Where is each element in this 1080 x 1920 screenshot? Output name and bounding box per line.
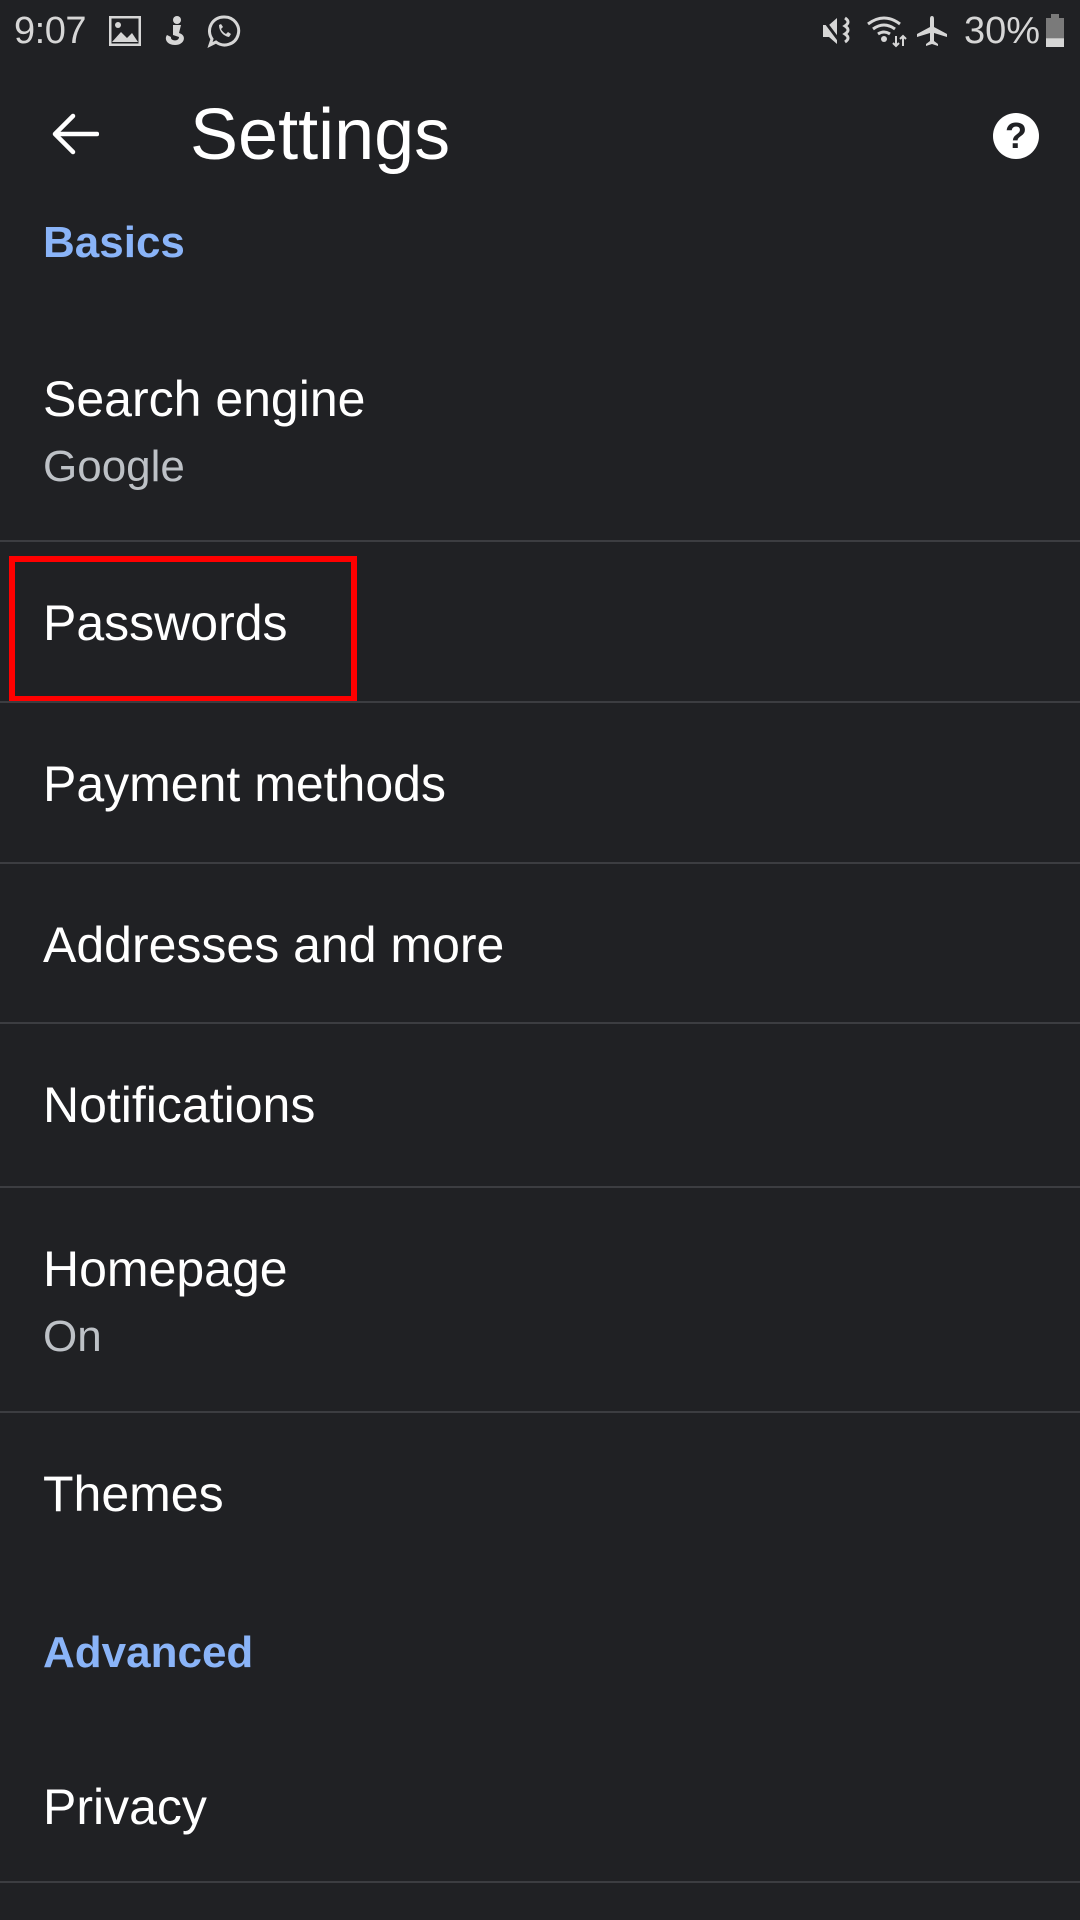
highlight-annotation [9, 556, 357, 702]
settings-item-homepage[interactable]: Homepage On [0, 1188, 1080, 1411]
app-bar: Settings [0, 64, 1080, 204]
item-subtitle: Google [43, 442, 185, 491]
page-title: Settings [190, 95, 451, 175]
back-button[interactable] [40, 104, 110, 164]
settings-item-payment-methods[interactable]: Payment methods [0, 703, 1080, 862]
help-icon: ? [993, 113, 1039, 159]
settings-item-privacy[interactable]: Privacy [0, 1730, 1080, 1881]
section-header-basics: Basics [43, 218, 185, 267]
item-title: Payment methods [43, 756, 446, 812]
settings-item-search-engine[interactable]: Search engine Google [0, 334, 1080, 540]
settings-item-notifications[interactable]: Notifications [0, 1024, 1080, 1186]
item-title: Themes [43, 1466, 224, 1522]
status-time: 9:07 [14, 10, 86, 52]
settings-item-addresses[interactable]: Addresses and more [0, 864, 1080, 1022]
settings-item-themes[interactable]: Themes [0, 1413, 1080, 1573]
item-title: Privacy [43, 1779, 207, 1835]
item-subtitle: On [43, 1312, 102, 1361]
status-bar: 9:07 30% [0, 0, 1080, 64]
item-title: Addresses and more [43, 917, 505, 973]
vibrate-mute-icon [820, 14, 856, 48]
item-title: Notifications [43, 1077, 316, 1133]
airplane-mode-icon [914, 14, 950, 48]
app-notification-icon [160, 14, 190, 48]
section-header-advanced: Advanced [43, 1628, 254, 1677]
battery-icon [1044, 14, 1066, 48]
whatsapp-icon [206, 14, 242, 48]
arrow-back-icon [52, 113, 99, 155]
help-button[interactable]: ? [990, 110, 1042, 162]
battery-percent: 30% [964, 10, 1041, 52]
wifi-icon [866, 14, 908, 48]
item-title: Homepage [43, 1241, 288, 1297]
item-title: Search engine [43, 371, 366, 427]
gallery-icon [108, 14, 142, 48]
divider [0, 1881, 1080, 1883]
